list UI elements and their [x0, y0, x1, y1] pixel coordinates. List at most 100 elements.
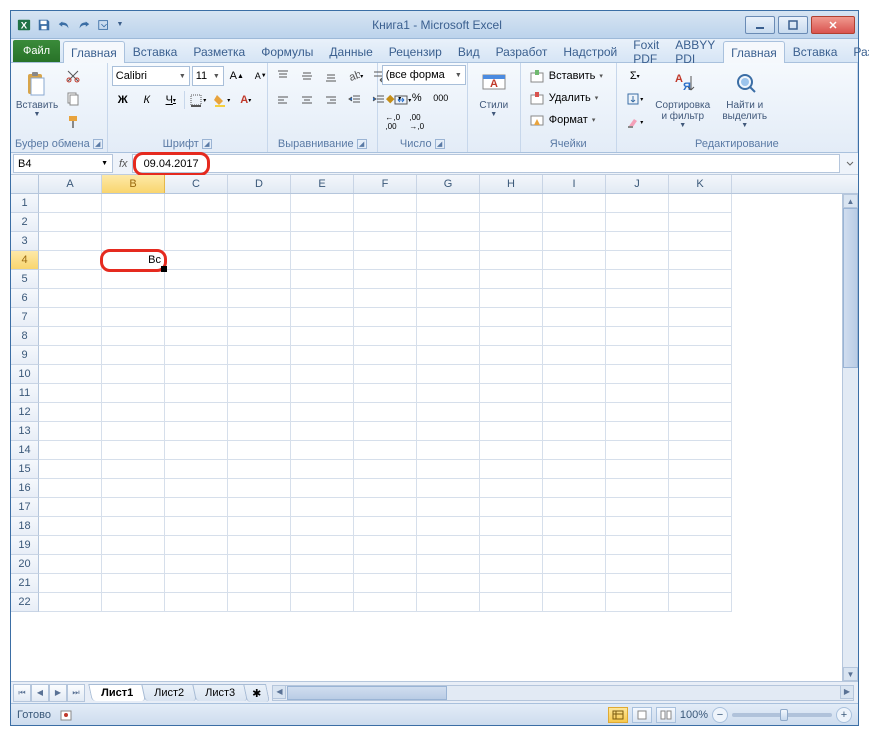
- tab-надстрой[interactable]: Надстрой: [555, 40, 625, 62]
- cell-D1[interactable]: [228, 194, 291, 213]
- cell-I7[interactable]: [543, 308, 606, 327]
- cell-J21[interactable]: [606, 574, 669, 593]
- cell-J1[interactable]: [606, 194, 669, 213]
- cell-C22[interactable]: [165, 593, 228, 612]
- cell-F21[interactable]: [354, 574, 417, 593]
- cell-G18[interactable]: [417, 517, 480, 536]
- cell-E2[interactable]: [291, 213, 354, 232]
- cell-J14[interactable]: [606, 441, 669, 460]
- cell-I15[interactable]: [543, 460, 606, 479]
- cell-F18[interactable]: [354, 517, 417, 536]
- cell-J18[interactable]: [606, 517, 669, 536]
- row-header-21[interactable]: 21: [11, 574, 39, 593]
- cell-I14[interactable]: [543, 441, 606, 460]
- cell-D7[interactable]: [228, 308, 291, 327]
- cell-G10[interactable]: [417, 365, 480, 384]
- cell-K2[interactable]: [669, 213, 732, 232]
- font-size-combo[interactable]: 11▼: [192, 66, 224, 86]
- fill-button[interactable]: ▾: [621, 88, 649, 110]
- percent-button[interactable]: %: [406, 87, 428, 109]
- cell-C11[interactable]: [165, 384, 228, 403]
- align-dialog-launcher[interactable]: ◢: [357, 139, 367, 149]
- tab-вставка[interactable]: Вставка: [125, 40, 186, 62]
- cell-D14[interactable]: [228, 441, 291, 460]
- cell-D6[interactable]: [228, 289, 291, 308]
- cell-B3[interactable]: [102, 232, 165, 251]
- sheet-last-button[interactable]: ⏭: [67, 684, 85, 702]
- cell-D13[interactable]: [228, 422, 291, 441]
- cell-G5[interactable]: [417, 270, 480, 289]
- cell-B10[interactable]: [102, 365, 165, 384]
- cell-D20[interactable]: [228, 555, 291, 574]
- column-header-A[interactable]: A: [39, 175, 102, 193]
- sheet-tab-Лист1[interactable]: Лист1: [88, 684, 146, 701]
- cell-F9[interactable]: [354, 346, 417, 365]
- qat-dropdown-icon[interactable]: ▼: [115, 16, 125, 34]
- page-layout-view-button[interactable]: [632, 707, 652, 723]
- cell-D2[interactable]: [228, 213, 291, 232]
- accounting-format-button[interactable]: ◆▾: [382, 87, 404, 109]
- cell-A14[interactable]: [39, 441, 102, 460]
- sheet-next-button[interactable]: ▶: [49, 684, 67, 702]
- decrease-decimal-button[interactable]: ,00→,0: [406, 111, 428, 133]
- cell-E1[interactable]: [291, 194, 354, 213]
- cell-D11[interactable]: [228, 384, 291, 403]
- cell-C18[interactable]: [165, 517, 228, 536]
- increase-font-button[interactable]: A▲: [226, 65, 248, 87]
- cell-A1[interactable]: [39, 194, 102, 213]
- cell-K15[interactable]: [669, 460, 732, 479]
- row-header-3[interactable]: 3: [11, 232, 39, 251]
- cell-H21[interactable]: [480, 574, 543, 593]
- cell-K11[interactable]: [669, 384, 732, 403]
- number-format-combo[interactable]: (все форма▼: [382, 65, 466, 85]
- cell-K18[interactable]: [669, 517, 732, 536]
- orientation-button[interactable]: ab▾: [344, 65, 366, 87]
- cell-B2[interactable]: [102, 213, 165, 232]
- cell-H7[interactable]: [480, 308, 543, 327]
- row-header-7[interactable]: 7: [11, 308, 39, 327]
- cell-J16[interactable]: [606, 479, 669, 498]
- cell-H16[interactable]: [480, 479, 543, 498]
- cell-D3[interactable]: [228, 232, 291, 251]
- cell-B13[interactable]: [102, 422, 165, 441]
- align-right-button[interactable]: [320, 89, 342, 111]
- cell-G13[interactable]: [417, 422, 480, 441]
- horizontal-scrollbar[interactable]: ◀ ▶: [272, 685, 854, 701]
- cell-F7[interactable]: [354, 308, 417, 327]
- cell-B7[interactable]: [102, 308, 165, 327]
- cell-D17[interactable]: [228, 498, 291, 517]
- cell-J8[interactable]: [606, 327, 669, 346]
- cell-E19[interactable]: [291, 536, 354, 555]
- cell-H18[interactable]: [480, 517, 543, 536]
- tab-2[interactable]: Разметка: [845, 40, 869, 62]
- cell-F11[interactable]: [354, 384, 417, 403]
- cell-F5[interactable]: [354, 270, 417, 289]
- cell-B15[interactable]: [102, 460, 165, 479]
- cell-G12[interactable]: [417, 403, 480, 422]
- select-all-corner[interactable]: [11, 175, 39, 193]
- cell-F15[interactable]: [354, 460, 417, 479]
- sort-filter-button[interactable]: АЯ Сортировка и фильтр ▼: [652, 65, 714, 133]
- decrease-indent-button[interactable]: [344, 89, 366, 111]
- cell-K1[interactable]: [669, 194, 732, 213]
- cell-A21[interactable]: [39, 574, 102, 593]
- hscroll-thumb[interactable]: [287, 686, 447, 700]
- number-dialog-launcher[interactable]: ◢: [435, 139, 445, 149]
- cell-I13[interactable]: [543, 422, 606, 441]
- page-break-view-button[interactable]: [656, 707, 676, 723]
- zoom-out-button[interactable]: −: [712, 707, 728, 723]
- zoom-slider-knob[interactable]: [780, 709, 788, 721]
- format-cells-button[interactable]: Формат▾: [525, 109, 600, 131]
- cell-I22[interactable]: [543, 593, 606, 612]
- cell-J22[interactable]: [606, 593, 669, 612]
- column-header-H[interactable]: H: [480, 175, 543, 193]
- cell-E3[interactable]: [291, 232, 354, 251]
- cell-D5[interactable]: [228, 270, 291, 289]
- align-middle-button[interactable]: [296, 65, 318, 87]
- row-header-19[interactable]: 19: [11, 536, 39, 555]
- cell-G20[interactable]: [417, 555, 480, 574]
- cell-I6[interactable]: [543, 289, 606, 308]
- cell-I3[interactable]: [543, 232, 606, 251]
- cell-B19[interactable]: [102, 536, 165, 555]
- tab-1[interactable]: Вставка: [785, 40, 846, 62]
